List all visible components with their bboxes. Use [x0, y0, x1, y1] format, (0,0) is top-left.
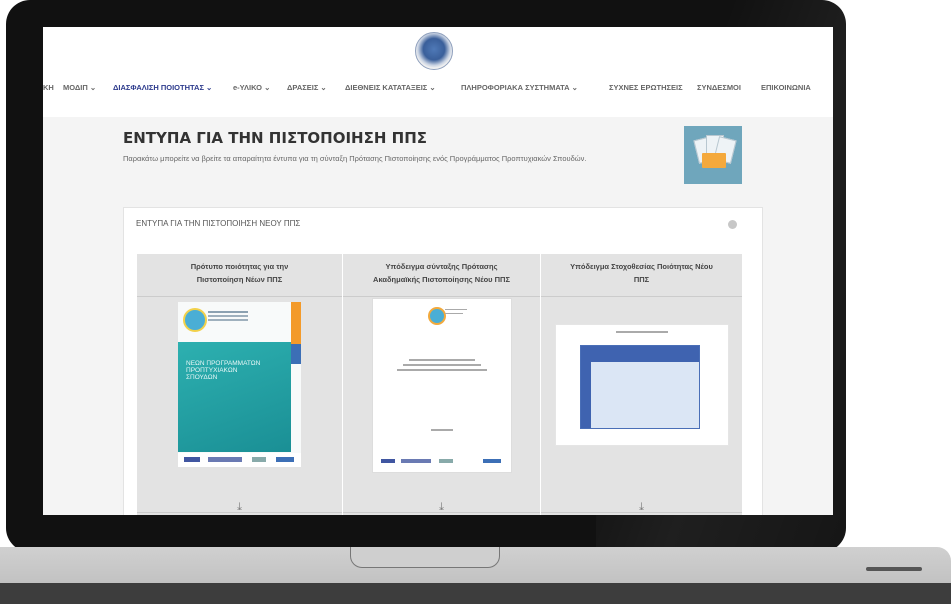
document-card-accreditation-template[interactable]: Υπόδειγμα σύνταξης Πρότασης Ακαδημαϊκής … [343, 254, 540, 515]
document-title: Υπόδειγμα Στοχοθεσίας Ποιότητας Νέου ΠΠΣ [541, 260, 742, 286]
document-cover-thumbnail[interactable]: ΝΕΩΝ ΠΡΟΓΡΑΜΜΑΤΩΝ ΠΡΟΠΤΥΧΙΑΚΩΝ ΣΠΟΥΔΩΝ [178, 302, 301, 467]
nav-item-information-systems[interactable]: ΠΛΗΡΟΦΟΡΙΑΚΑ ΣΥΣΤΗΜΑΤΑ ⌄ [461, 83, 578, 92]
document-title: Υπόδειγμα σύνταξης Πρότασης Ακαδημαϊκής … [343, 260, 540, 286]
divider [137, 296, 342, 297]
sheet-header-line [616, 331, 668, 333]
laptop-lid-notch [350, 547, 500, 568]
cover-text: ΝΕΩΝ ΠΡΟΓΡΑΜΜΑΤΩΝ ΠΡΟΠΤΥΧΙΑΚΩΝ ΣΠΟΥΔΩΝ [186, 360, 261, 381]
nav-item-contact[interactable]: ΕΠΙΚΟΙΝΩΝΙΑ [761, 83, 811, 92]
document-title-line: Υπόδειγμα Στοχοθεσίας Ποιότητας Νέου [570, 262, 713, 271]
nav-item-faq[interactable]: ΣΥΧΝΕΣ ΕΡΩΤΗΣΕΙΣ [609, 83, 683, 92]
page-subtitle: Παρακάτω μπορείτε να βρείτε τα απαραίτητ… [123, 154, 587, 163]
site-logo[interactable] [415, 32, 453, 70]
ethaae-logo-icon [428, 307, 446, 325]
divider [343, 512, 540, 513]
ethaae-logo-icon [183, 308, 207, 332]
cover-footer-logos [178, 453, 301, 467]
laptop-frame: ΚΗ ΜΟΔΙΠ ⌄ ΔΙΑΣΦΑΛΙΣΗ ΠΟΙΟΤΗΤΑΣ ⌄ e-ΥΛΙΚ… [6, 0, 846, 552]
panel-toggle-icon[interactable] [728, 220, 737, 229]
nav-item-quality-assurance[interactable]: ΔΙΑΣΦΑΛΙΣΗ ΠΟΙΟΤΗΤΑΣ ⌄ [113, 83, 212, 92]
divider [541, 296, 742, 297]
document-title-line: Πρότυπο ποιότητας για την [190, 262, 289, 271]
documents-folder-icon [684, 126, 742, 184]
divider [137, 512, 342, 513]
nav-item-e-material[interactable]: e-ΥΛΙΚΟ ⌄ [233, 83, 270, 92]
cover-accent [291, 302, 301, 344]
site-header: ΚΗ ΜΟΔΙΠ ⌄ ΔΙΑΣΦΑΛΙΣΗ ΠΟΙΟΤΗΤΑΣ ⌄ e-ΥΛΙΚ… [43, 27, 833, 117]
browser-viewport: ΚΗ ΜΟΔΙΠ ⌄ ΔΙΑΣΦΑΛΙΣΗ ΠΟΙΟΤΗΤΑΣ ⌄ e-ΥΛΙΚ… [43, 27, 833, 515]
divider [541, 512, 742, 513]
nav-item-actions[interactable]: ΔΡΑΣΕΙΣ ⌄ [287, 83, 327, 92]
document-title-line: Ακαδημαϊκής Πιστοποίησης Νέου ΠΠΣ [373, 275, 510, 284]
document-title: Πρότυπο ποιότητας για την Πιστοποίηση Νέ… [137, 260, 342, 286]
document-card-quality-targets-template[interactable]: Υπόδειγμα Στοχοθεσίας Ποιότητας Νέου ΠΠΣ… [541, 254, 742, 515]
nav-item-links[interactable]: ΣΥΝΔΕΣΜΟΙ [697, 83, 741, 92]
laptop-base-shadow [0, 583, 951, 604]
document-cover-thumbnail[interactable] [555, 324, 729, 446]
cover-accent [291, 344, 301, 364]
divider [343, 296, 540, 297]
nav-item-international-rankings[interactable]: ΔΙΕΘΝΕΙΣ ΚΑΤΑΤΑΞΕΙΣ ⌄ [345, 83, 436, 92]
nav-item-partial[interactable]: ΚΗ [43, 83, 54, 92]
document-cover-thumbnail[interactable] [372, 298, 512, 473]
main-nav: ΚΗ ΜΟΔΙΠ ⌄ ΔΙΑΣΦΑΛΙΣΗ ΠΟΙΟΤΗΤΑΣ ⌄ e-ΥΛΙΚ… [43, 83, 833, 97]
cover-teal-block [178, 342, 291, 452]
panel-title: ΕΝΤΥΠΑ ΓΙΑ ΤΗΝ ΠΙΣΤΟΠΟΙΗΣΗ ΝΕΟΥ ΠΠΣ [136, 219, 301, 228]
document-title-line: Υπόδειγμα σύνταξης Πρότασης [385, 262, 498, 271]
laptop-port [866, 567, 922, 571]
logo-text-lines [208, 311, 248, 313]
document-title-line: Πιστοποίηση Νέων ΠΠΣ [196, 275, 283, 284]
forms-panel: ΕΝΤΥΠΑ ΓΙΑ ΤΗΝ ΠΙΣΤΟΠΟΙΗΣΗ ΝΕΟΥ ΠΠΣ Πρότ… [123, 207, 763, 515]
sheet-table [580, 345, 700, 429]
nav-item-modip[interactable]: ΜΟΔΙΠ ⌄ [63, 83, 96, 92]
document-card-quality-standard[interactable]: Πρότυπο ποιότητας για την Πιστοποίηση Νέ… [137, 254, 342, 515]
page-title: ΕΝΤΥΠΑ ΓΙΑ ΤΗΝ ΠΙΣΤΟΠΟΙΗΣΗ ΠΠΣ [123, 129, 427, 147]
document-title-line: ΠΠΣ [633, 275, 650, 284]
